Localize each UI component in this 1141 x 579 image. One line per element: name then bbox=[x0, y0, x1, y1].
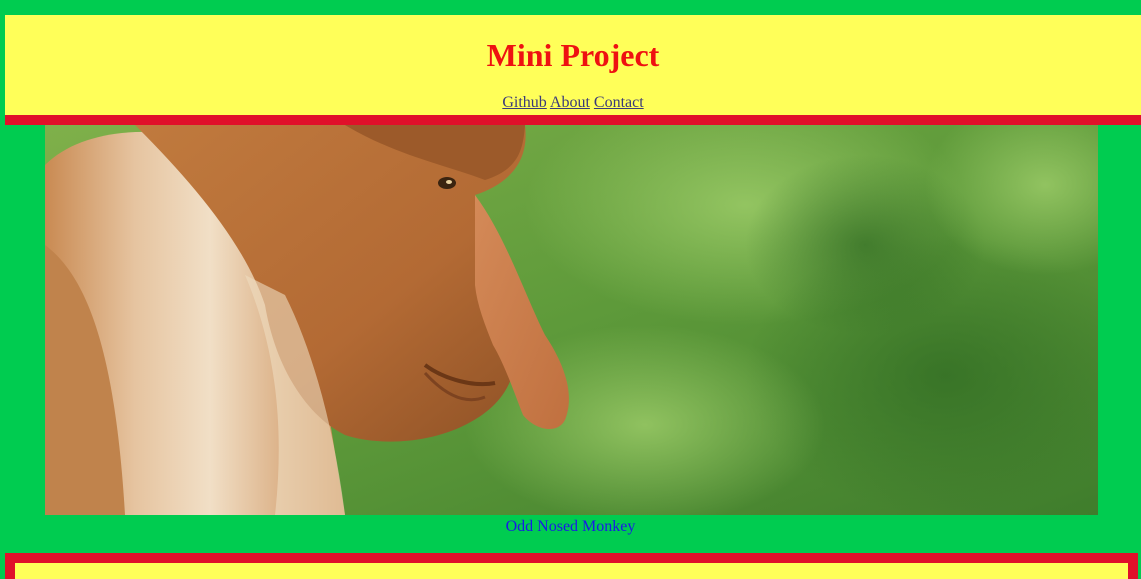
main-nav: Github About Contact bbox=[5, 93, 1141, 113]
nav-link-about[interactable]: About bbox=[550, 94, 590, 111]
image-caption: Odd Nosed Monkey bbox=[0, 517, 1141, 537]
page-title: Mini Project bbox=[486, 37, 660, 73]
content-section bbox=[5, 553, 1138, 579]
caption-text: Odd Nosed Monkey bbox=[505, 518, 636, 535]
site-header: Mini Project Github About Contact bbox=[5, 15, 1141, 115]
hero-image bbox=[45, 125, 1098, 515]
nav-link-contact[interactable]: Contact bbox=[594, 94, 644, 111]
monkey-photo bbox=[45, 125, 1098, 515]
content-section-inner bbox=[15, 563, 1128, 579]
page: Mini Project Github About Contact Odd No… bbox=[0, 0, 1141, 579]
header-divider bbox=[5, 115, 1141, 125]
nav-link-github[interactable]: Github bbox=[502, 94, 546, 111]
